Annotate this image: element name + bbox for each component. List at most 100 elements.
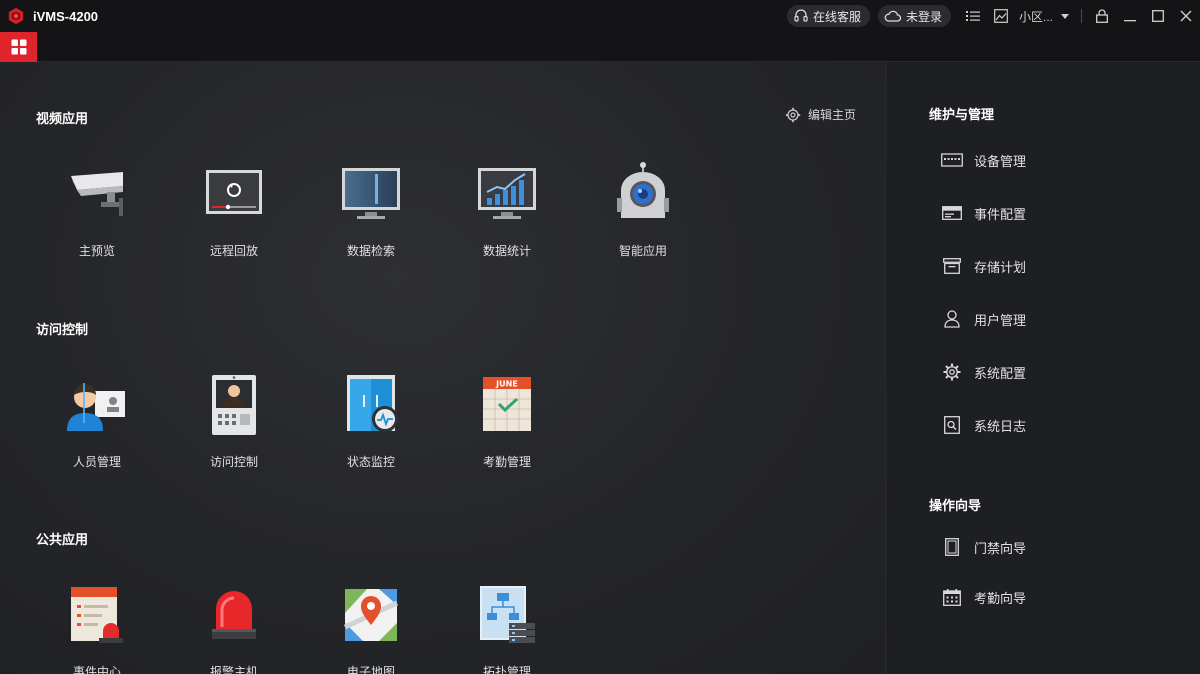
side-item-system-config[interactable]: 系统配置 [941,360,1026,384]
maintenance-title: 维护与管理 [929,107,995,122]
gear-icon [785,107,801,122]
map-pin-icon [343,589,399,641]
side-item-label: 设备管理 [974,153,1027,169]
calendar-icon [943,588,961,606]
tile-alarm-host[interactable]: 报警主机 [179,583,289,674]
side-item-device-management[interactable]: 设备管理 [941,148,1026,172]
camera-icon [71,172,123,216]
door-icon [945,538,959,556]
monitor-chart-icon [478,168,536,219]
tile-label: 访问控制 [209,455,258,469]
lock-icon [1096,9,1108,23]
minimize-icon [1124,20,1136,22]
title-bar: iVMS-4200 在线客服 未登录 小区... [0,0,1200,32]
side-item-label: 事件配置 [974,206,1027,222]
image-button[interactable] [987,0,1015,32]
side-item-user-management[interactable]: 用户管理 [941,307,1026,331]
tile-access-control[interactable]: 访问控制 [179,373,289,473]
home-panel: 视频应用 编辑主页 主预览 远程回放 数据检索 数据统计 智能应用 访问控制 人… [0,62,885,674]
lock-button[interactable] [1088,0,1116,32]
monitor-search-icon [342,168,400,219]
robot-icon [617,162,669,218]
tile-e-map[interactable]: 电子地图 [316,583,426,674]
divider [1081,9,1082,23]
siren-icon [212,591,256,639]
user-name: 小区... [1018,9,1053,24]
tile-remote-playback[interactable]: 远程回放 [179,162,289,262]
tile-label: 数据检索 [346,244,395,258]
device-icon [941,153,963,167]
list-icon [965,11,980,21]
list-button[interactable] [959,0,987,32]
tile-label: 主预览 [78,244,115,258]
side-item-event-config[interactable]: 事件配置 [941,201,1026,225]
app-logo-icon [8,7,24,25]
side-item-label: 门禁向导 [974,540,1027,556]
section-title-video: 视频应用 [36,111,89,126]
side-item-label: 系统日志 [974,418,1027,434]
maximize-button[interactable] [1144,0,1172,32]
minimize-button[interactable] [1116,0,1144,32]
tile-label: 状态监控 [346,455,395,469]
side-item-storage-schedule[interactable]: 存储计划 [941,254,1026,278]
tile-main-preview[interactable]: 主预览 [42,162,152,262]
side-item-attendance-wizard[interactable]: 考勤向导 [941,585,1026,609]
user-menu[interactable]: 小区... [1019,8,1069,25]
close-button[interactable] [1172,0,1200,32]
cloud-login-button[interactable]: 未登录 [877,5,951,27]
topology-icon [480,586,535,643]
side-item-label: 用户管理 [974,312,1027,328]
side-item-door-wizard[interactable]: 门禁向导 [941,535,1026,559]
home-tab[interactable] [0,32,37,62]
cloud-icon [884,10,902,22]
side-panel: 维护与管理 设备管理 事件配置 存储计划 用户管理 系统配置 系统日志 操作向导… [885,62,1200,674]
tile-label: 远程回放 [209,244,258,258]
close-icon [1180,10,1192,22]
playback-icon [206,170,262,214]
event-config-icon [942,206,962,220]
person-card-icon [67,383,125,431]
tile-data-statistics[interactable]: 数据统计 [452,162,562,262]
app-title: iVMS-4200 [33,8,99,24]
side-item-label: 考勤向导 [974,590,1027,606]
event-alarm-icon [71,587,123,643]
tile-status-monitor[interactable]: 状态监控 [316,373,426,473]
tile-label: 数据统计 [482,244,531,258]
tile-event-center[interactable]: 事件中心 [42,583,152,674]
tile-attendance-management[interactable]: JUNE 考勤管理 [452,373,562,473]
user-icon [944,310,960,328]
log-search-icon [944,416,960,434]
calendar-month: JUNE [495,380,518,389]
gear-icon [943,363,961,381]
guide-title: 操作向导 [929,498,982,513]
edit-home-button[interactable]: 编辑主页 [785,106,856,123]
tile-person-management[interactable]: 人员管理 [42,373,152,473]
tile-topology-management[interactable]: 拓扑管理 [452,583,562,674]
online-service-label: 在线客服 [812,9,861,24]
side-item-label: 系统配置 [974,365,1027,381]
tile-data-search[interactable]: 数据检索 [316,162,426,262]
tile-label: 报警主机 [209,665,258,674]
door-monitor-icon [347,375,398,432]
tile-label: 人员管理 [72,455,121,469]
tile-label: 拓扑管理 [482,665,531,674]
login-status-label: 未登录 [905,9,942,24]
section-title-access: 访问控制 [36,322,89,337]
calendar-icon: JUNE [483,377,531,431]
section-title-public: 公共应用 [36,532,89,547]
headset-icon [794,9,808,22]
image-icon [994,9,1008,23]
maximize-icon [1152,10,1164,22]
chevron-down-icon [1061,13,1069,19]
tile-smart-app[interactable]: 智能应用 [588,162,698,262]
grid-icon [11,39,26,55]
tile-label: 智能应用 [618,244,667,258]
tab-strip [0,32,1200,62]
side-item-system-log[interactable]: 系统日志 [941,413,1026,437]
tile-label: 考勤管理 [482,455,531,469]
online-service-button[interactable]: 在线客服 [786,5,870,27]
edit-home-label: 编辑主页 [808,108,857,122]
tile-label: 事件中心 [72,665,121,674]
side-item-label: 存储计划 [974,259,1027,275]
storage-icon [943,258,961,274]
